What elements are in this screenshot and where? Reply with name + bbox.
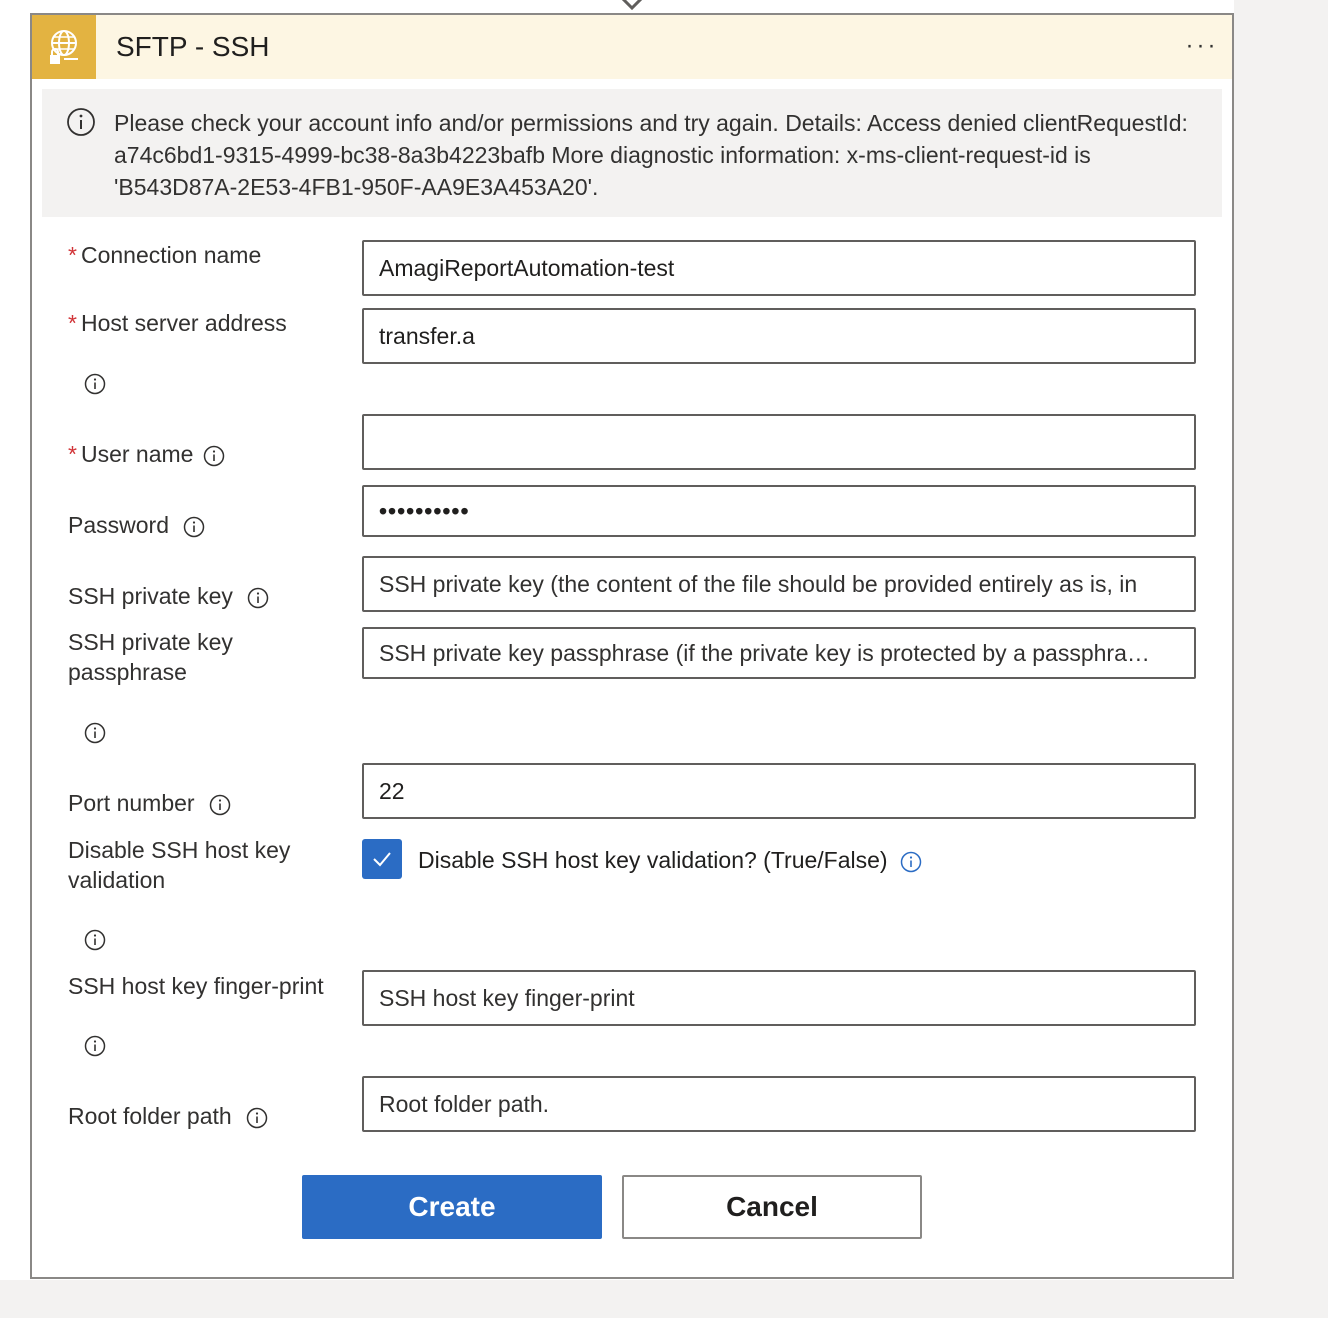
password-input[interactable] xyxy=(362,485,1196,537)
info-icon[interactable] xyxy=(209,794,231,816)
cancel-button[interactable]: Cancel xyxy=(622,1175,922,1239)
ssh-passphrase-label: SSH private key passphrase xyxy=(68,627,233,687)
info-icon[interactable] xyxy=(900,851,922,873)
host-server-label-text: Host server address xyxy=(80,310,287,336)
ssh-passphrase-input[interactable] xyxy=(362,627,1196,679)
ssh-passphrase-label-line2: passphrase xyxy=(68,659,187,685)
connection-name-label: * Connection name xyxy=(68,240,261,270)
password-label-text: Password xyxy=(68,512,169,538)
checkbox-label-text: Disable SSH host key validation? (True/F… xyxy=(418,847,888,873)
disable-validation-checkbox[interactable] xyxy=(362,839,402,879)
root-folder-input[interactable] xyxy=(362,1076,1196,1132)
disable-validation-label-line2: validation xyxy=(68,867,166,893)
connection-name-input[interactable] xyxy=(362,240,1196,296)
port-number-label-text: Port number xyxy=(68,790,195,816)
root-folder-label-text: Root folder path xyxy=(68,1103,232,1129)
info-icon[interactable] xyxy=(84,722,106,744)
ssh-private-key-label-text: SSH private key xyxy=(68,583,233,609)
create-button[interactable]: Create xyxy=(302,1175,602,1239)
host-server-label: * Host server address xyxy=(68,308,287,338)
info-icon[interactable] xyxy=(203,445,225,467)
host-server-input[interactable] xyxy=(362,308,1196,364)
checkmark-icon xyxy=(373,852,391,867)
port-number-input[interactable] xyxy=(362,763,1196,819)
fingerprint-input[interactable] xyxy=(362,970,1196,1026)
required-marker: * xyxy=(68,441,77,467)
canvas-left xyxy=(0,0,30,1318)
required-marker: * xyxy=(68,310,77,336)
connection-card: SFTP - SSH ··· Please check your account… xyxy=(30,13,1234,1279)
card-title: SFTP - SSH xyxy=(116,31,270,62)
port-number-label: Port number xyxy=(68,788,231,818)
info-icon[interactable] xyxy=(84,373,106,395)
fingerprint-label: SSH host key finger-print xyxy=(68,973,324,999)
user-name-label-text: User name xyxy=(80,441,194,467)
canvas-background-bottom xyxy=(0,1280,1328,1318)
info-icon[interactable] xyxy=(84,929,106,951)
password-label: Password xyxy=(68,510,205,540)
info-icon[interactable] xyxy=(247,587,269,609)
disable-validation-label-line1: Disable SSH host key xyxy=(68,837,291,863)
more-options-button[interactable]: ··· xyxy=(1182,29,1222,63)
card-header: SFTP - SSH ··· xyxy=(32,15,1232,79)
info-icon[interactable] xyxy=(84,1035,106,1057)
info-icon xyxy=(67,108,95,136)
ssh-private-key-input[interactable] xyxy=(362,556,1196,612)
user-name-input[interactable] xyxy=(362,414,1196,470)
connection-name-label-text: Connection name xyxy=(80,242,262,268)
disable-validation-checkbox-label[interactable]: Disable SSH host key validation? (True/F… xyxy=(418,845,922,875)
connector-arrow-icon xyxy=(621,0,643,11)
user-name-label: * User name xyxy=(68,439,225,469)
root-folder-label: Root folder path xyxy=(68,1101,268,1131)
ssh-private-key-label: SSH private key xyxy=(68,581,269,611)
error-message-box: Please check your account info and/or pe… xyxy=(42,89,1222,217)
disable-validation-label: Disable SSH host key validation xyxy=(68,835,290,895)
info-icon[interactable] xyxy=(246,1107,268,1129)
info-icon[interactable] xyxy=(183,516,205,538)
globe-lock-icon xyxy=(32,15,96,79)
canvas-background xyxy=(1234,0,1328,1318)
ssh-passphrase-label-line1: SSH private key xyxy=(68,629,233,655)
error-message-text: Please check your account info and/or pe… xyxy=(114,110,1188,200)
required-marker: * xyxy=(68,242,77,268)
